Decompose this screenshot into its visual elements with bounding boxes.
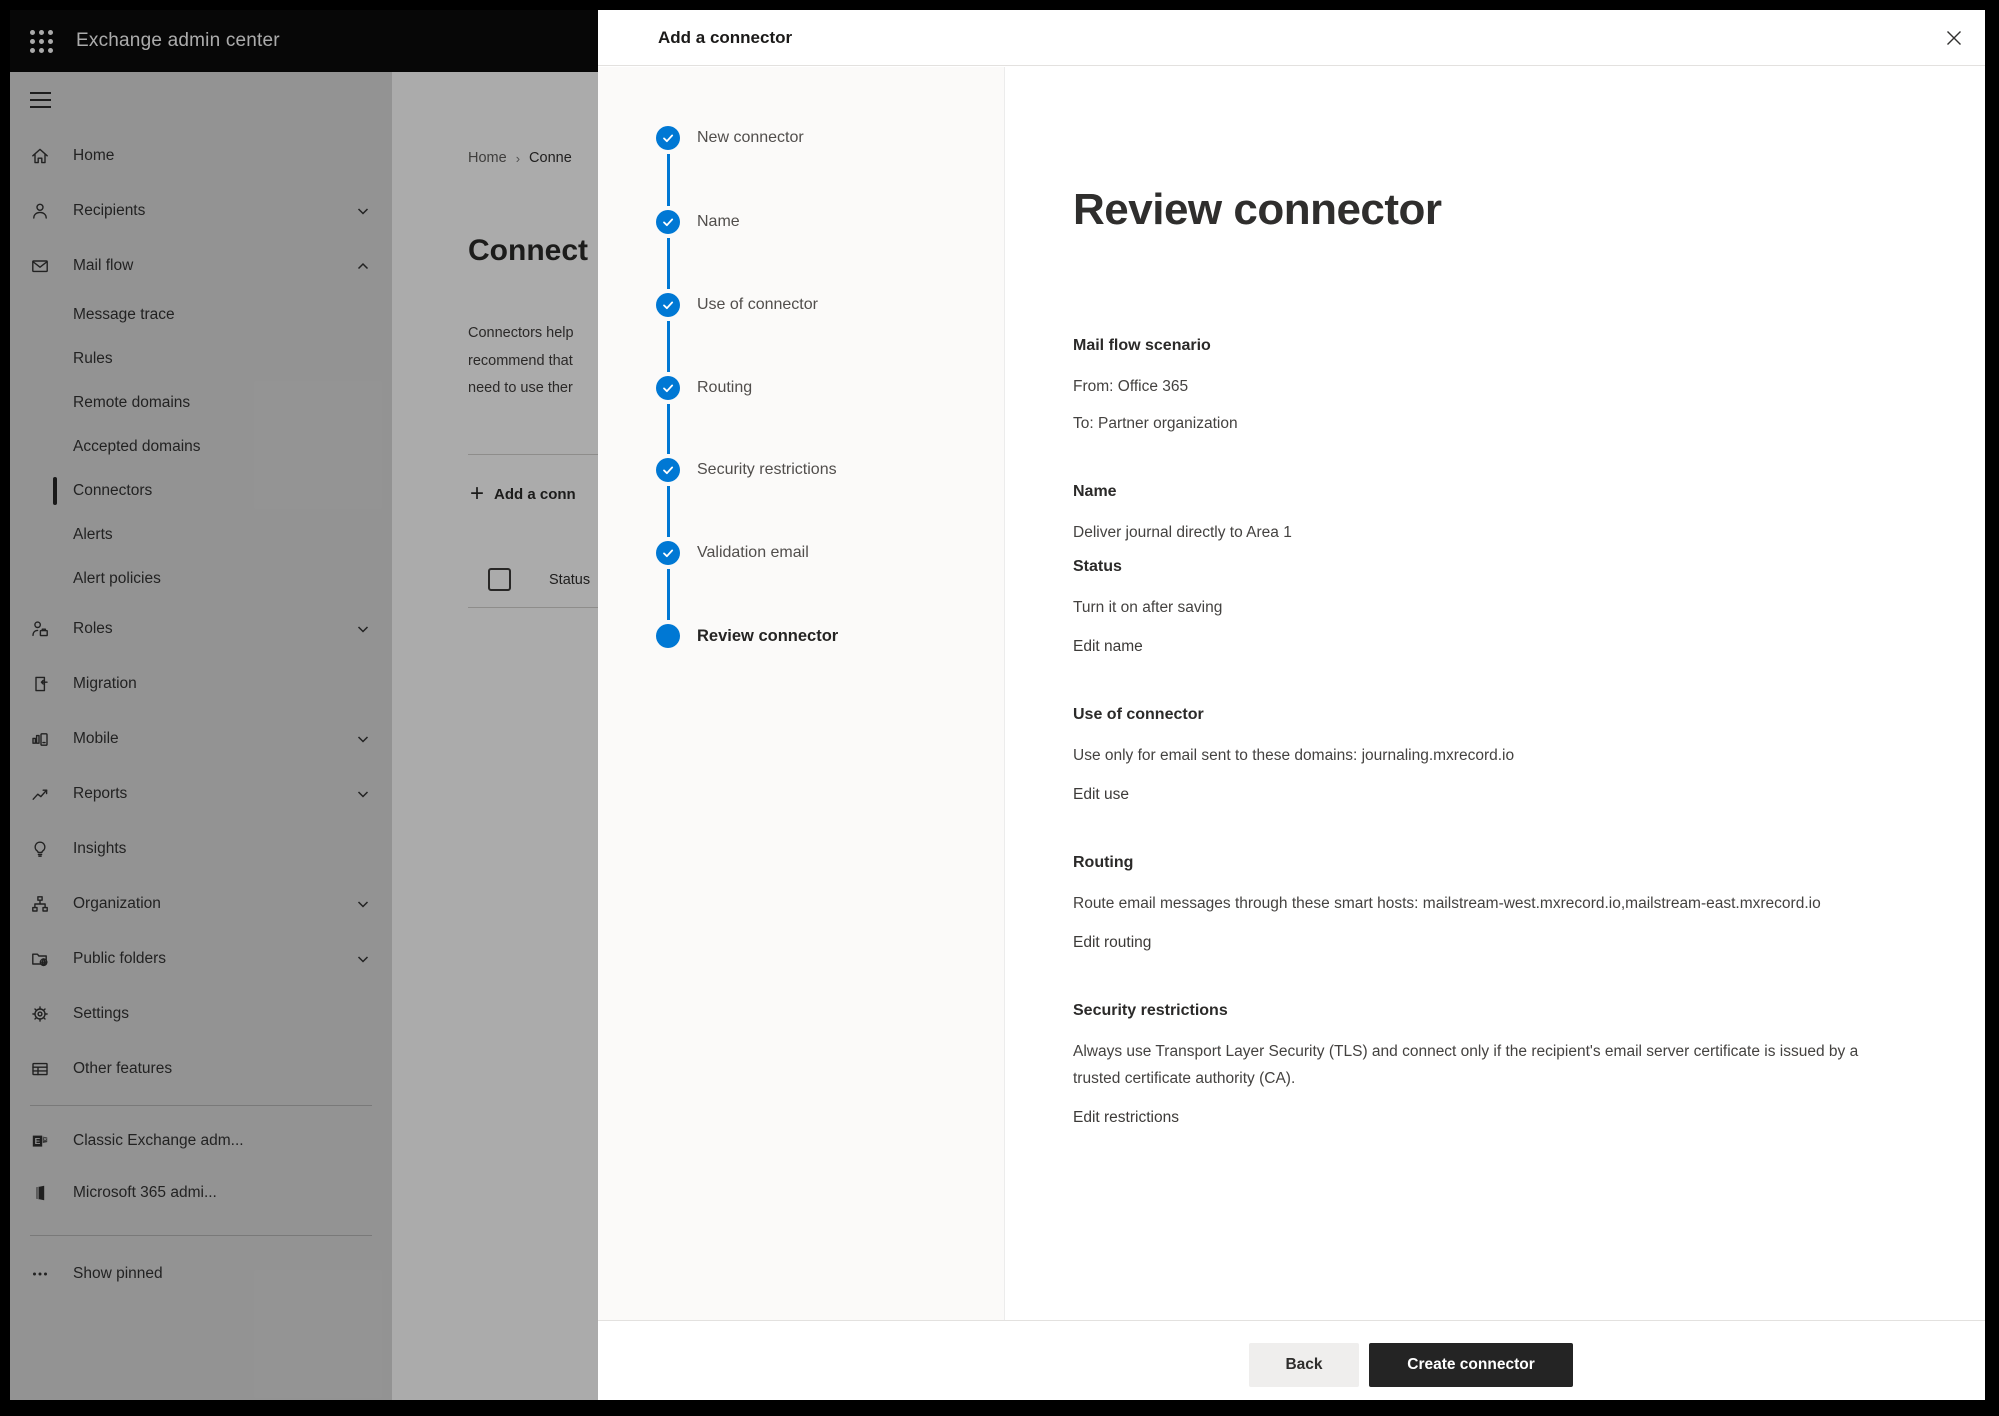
stepper-connector-line <box>667 404 670 454</box>
stepper-connector-line <box>667 486 670 537</box>
add-connector-panel: Add a connector New connector Name Use of … <box>598 10 1985 1400</box>
close-icon[interactable] <box>1939 23 1969 53</box>
step-complete-check-icon <box>656 376 680 400</box>
section-heading: Name <box>1073 481 1873 503</box>
panel-body: New connector Name Use of connector Routing… <box>598 67 1985 1320</box>
step-complete-check-icon <box>656 293 680 317</box>
edit-link[interactable]: Edit restrictions <box>1073 1104 1179 1131</box>
review-heading: Review connector <box>1073 184 1925 236</box>
step-label: Review connector <box>697 627 838 646</box>
stepper-connector-line <box>667 238 670 289</box>
step-label: Validation email <box>697 544 809 562</box>
review-section-routing: Routing Route email messages through thes… <box>1073 852 1873 956</box>
review-pane: Review connector Mail flow scenario From:… <box>1005 67 1985 1320</box>
section-heading: Security restrictions <box>1073 1000 1873 1022</box>
panel-header: Add a connector <box>598 10 1985 66</box>
screen: Exchange admin center HomeRecipientsMail… <box>10 10 1985 1400</box>
step-current-dot <box>656 624 680 648</box>
step-complete-check-icon <box>656 541 680 565</box>
step-complete-check-icon <box>656 126 680 150</box>
stepper-connector-line <box>667 154 670 206</box>
review-section-name: Name Deliver journal directly to Area 1 St… <box>1073 481 1873 660</box>
edit-link[interactable]: Edit routing <box>1073 929 1151 956</box>
section-text: Always use Transport Layer Security (TLS… <box>1073 1038 1873 1092</box>
panel-title: Add a connector <box>658 10 792 66</box>
step-label: Routing <box>697 379 752 397</box>
section-heading: Use of connector <box>1073 704 1873 726</box>
back-button[interactable]: Back <box>1249 1343 1359 1387</box>
step-complete-check-icon <box>656 458 680 482</box>
edit-link[interactable]: Edit name <box>1073 633 1143 660</box>
section-text: Route email messages through these smart… <box>1073 890 1873 917</box>
step-label: New connector <box>697 129 804 147</box>
wizard-stepper: New connector Name Use of connector Routing… <box>598 67 1005 1320</box>
step-label: Use of connector <box>697 296 818 314</box>
stepper-connector-line <box>667 321 670 372</box>
panel-footer: Back Create connector <box>598 1320 1985 1400</box>
section-subheading: Status <box>1073 556 1873 578</box>
section-heading: Routing <box>1073 852 1873 874</box>
review-section-security-restrictions: Security restrictions Always use Transpor… <box>1073 1000 1873 1131</box>
section-text: From: Office 365 <box>1073 373 1873 400</box>
section-text: Turn it on after saving <box>1073 594 1873 621</box>
section-heading: Mail flow scenario <box>1073 335 1873 357</box>
section-text: Use only for email sent to these domains… <box>1073 742 1873 769</box>
step-complete-check-icon <box>656 210 680 234</box>
review-section-mail-flow-scenario: Mail flow scenario From: Office 365 To: Pa… <box>1073 335 1873 437</box>
edit-link[interactable]: Edit use <box>1073 781 1129 808</box>
step-label: Name <box>697 213 740 231</box>
section-text: Deliver journal directly to Area 1 <box>1073 519 1873 546</box>
step-label: Security restrictions <box>697 461 837 479</box>
section-text: To: Partner organization <box>1073 410 1873 437</box>
review-section-use-of-connector: Use of connector Use only for email sent … <box>1073 704 1873 808</box>
create-connector-button[interactable]: Create connector <box>1369 1343 1573 1387</box>
stepper-connector-line <box>667 569 670 620</box>
